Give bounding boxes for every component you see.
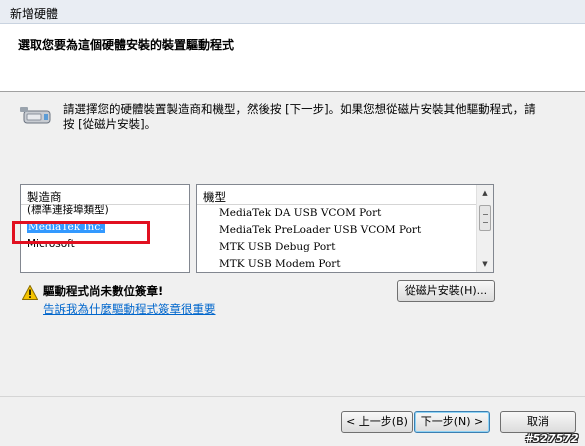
page-heading: 選取您要為這個硬體安裝的裝置驅動程式 [18, 38, 235, 52]
scroll-thumb[interactable] [479, 205, 491, 231]
hardware-device-icon [20, 107, 51, 124]
manufacturer-item[interactable]: (標準連接埠類型) [21, 202, 189, 219]
instruction-text: 請選擇您的硬體裝置製造商和機型，然後按 [下一步]。如果您想從磁片安裝其他驅動程… [63, 102, 536, 131]
model-item[interactable]: MediaTek DA USB VCOM Port [197, 205, 493, 222]
window-title: 新增硬體 [10, 7, 59, 21]
next-button[interactable]: 下一步(N) > [414, 411, 490, 433]
signing-info-link[interactable]: 告訴我為什麼驅動程式簽章很重要 [43, 301, 216, 317]
model-item[interactable]: MTK USB Debug Port [197, 239, 493, 256]
watermark: #527572 [525, 432, 579, 445]
title-bar: 新增硬體 [0, 0, 585, 24]
unsigned-driver-warning: 驅動程式尚未數位簽章! [43, 284, 164, 298]
annotation-highlight-box [12, 221, 150, 244]
cancel-button[interactable]: 取消 [500, 411, 576, 433]
model-list[interactable]: 機型 MediaTek DA USB VCOM Port MediaTek Pr… [196, 184, 494, 273]
footer-divider [0, 396, 585, 397]
model-list-header: 機型 [197, 185, 493, 205]
model-list-scrollbar[interactable]: ▲ ▼ [476, 185, 493, 272]
scroll-down-arrow-icon[interactable]: ▼ [477, 256, 493, 272]
wizard-header: 選取您要為這個硬體安裝的裝置驅動程式 [0, 24, 585, 92]
scroll-up-arrow-icon[interactable]: ▲ [477, 185, 493, 201]
model-item[interactable]: MediaTek PreLoader USB VCOM Port [197, 222, 493, 239]
warning-icon [22, 285, 38, 300]
back-button[interactable]: < 上一步(B) [341, 411, 413, 433]
have-disk-button[interactable]: 從磁片安裝(H)... [397, 280, 495, 302]
model-item[interactable]: MTK USB Modem Port [197, 256, 493, 272]
